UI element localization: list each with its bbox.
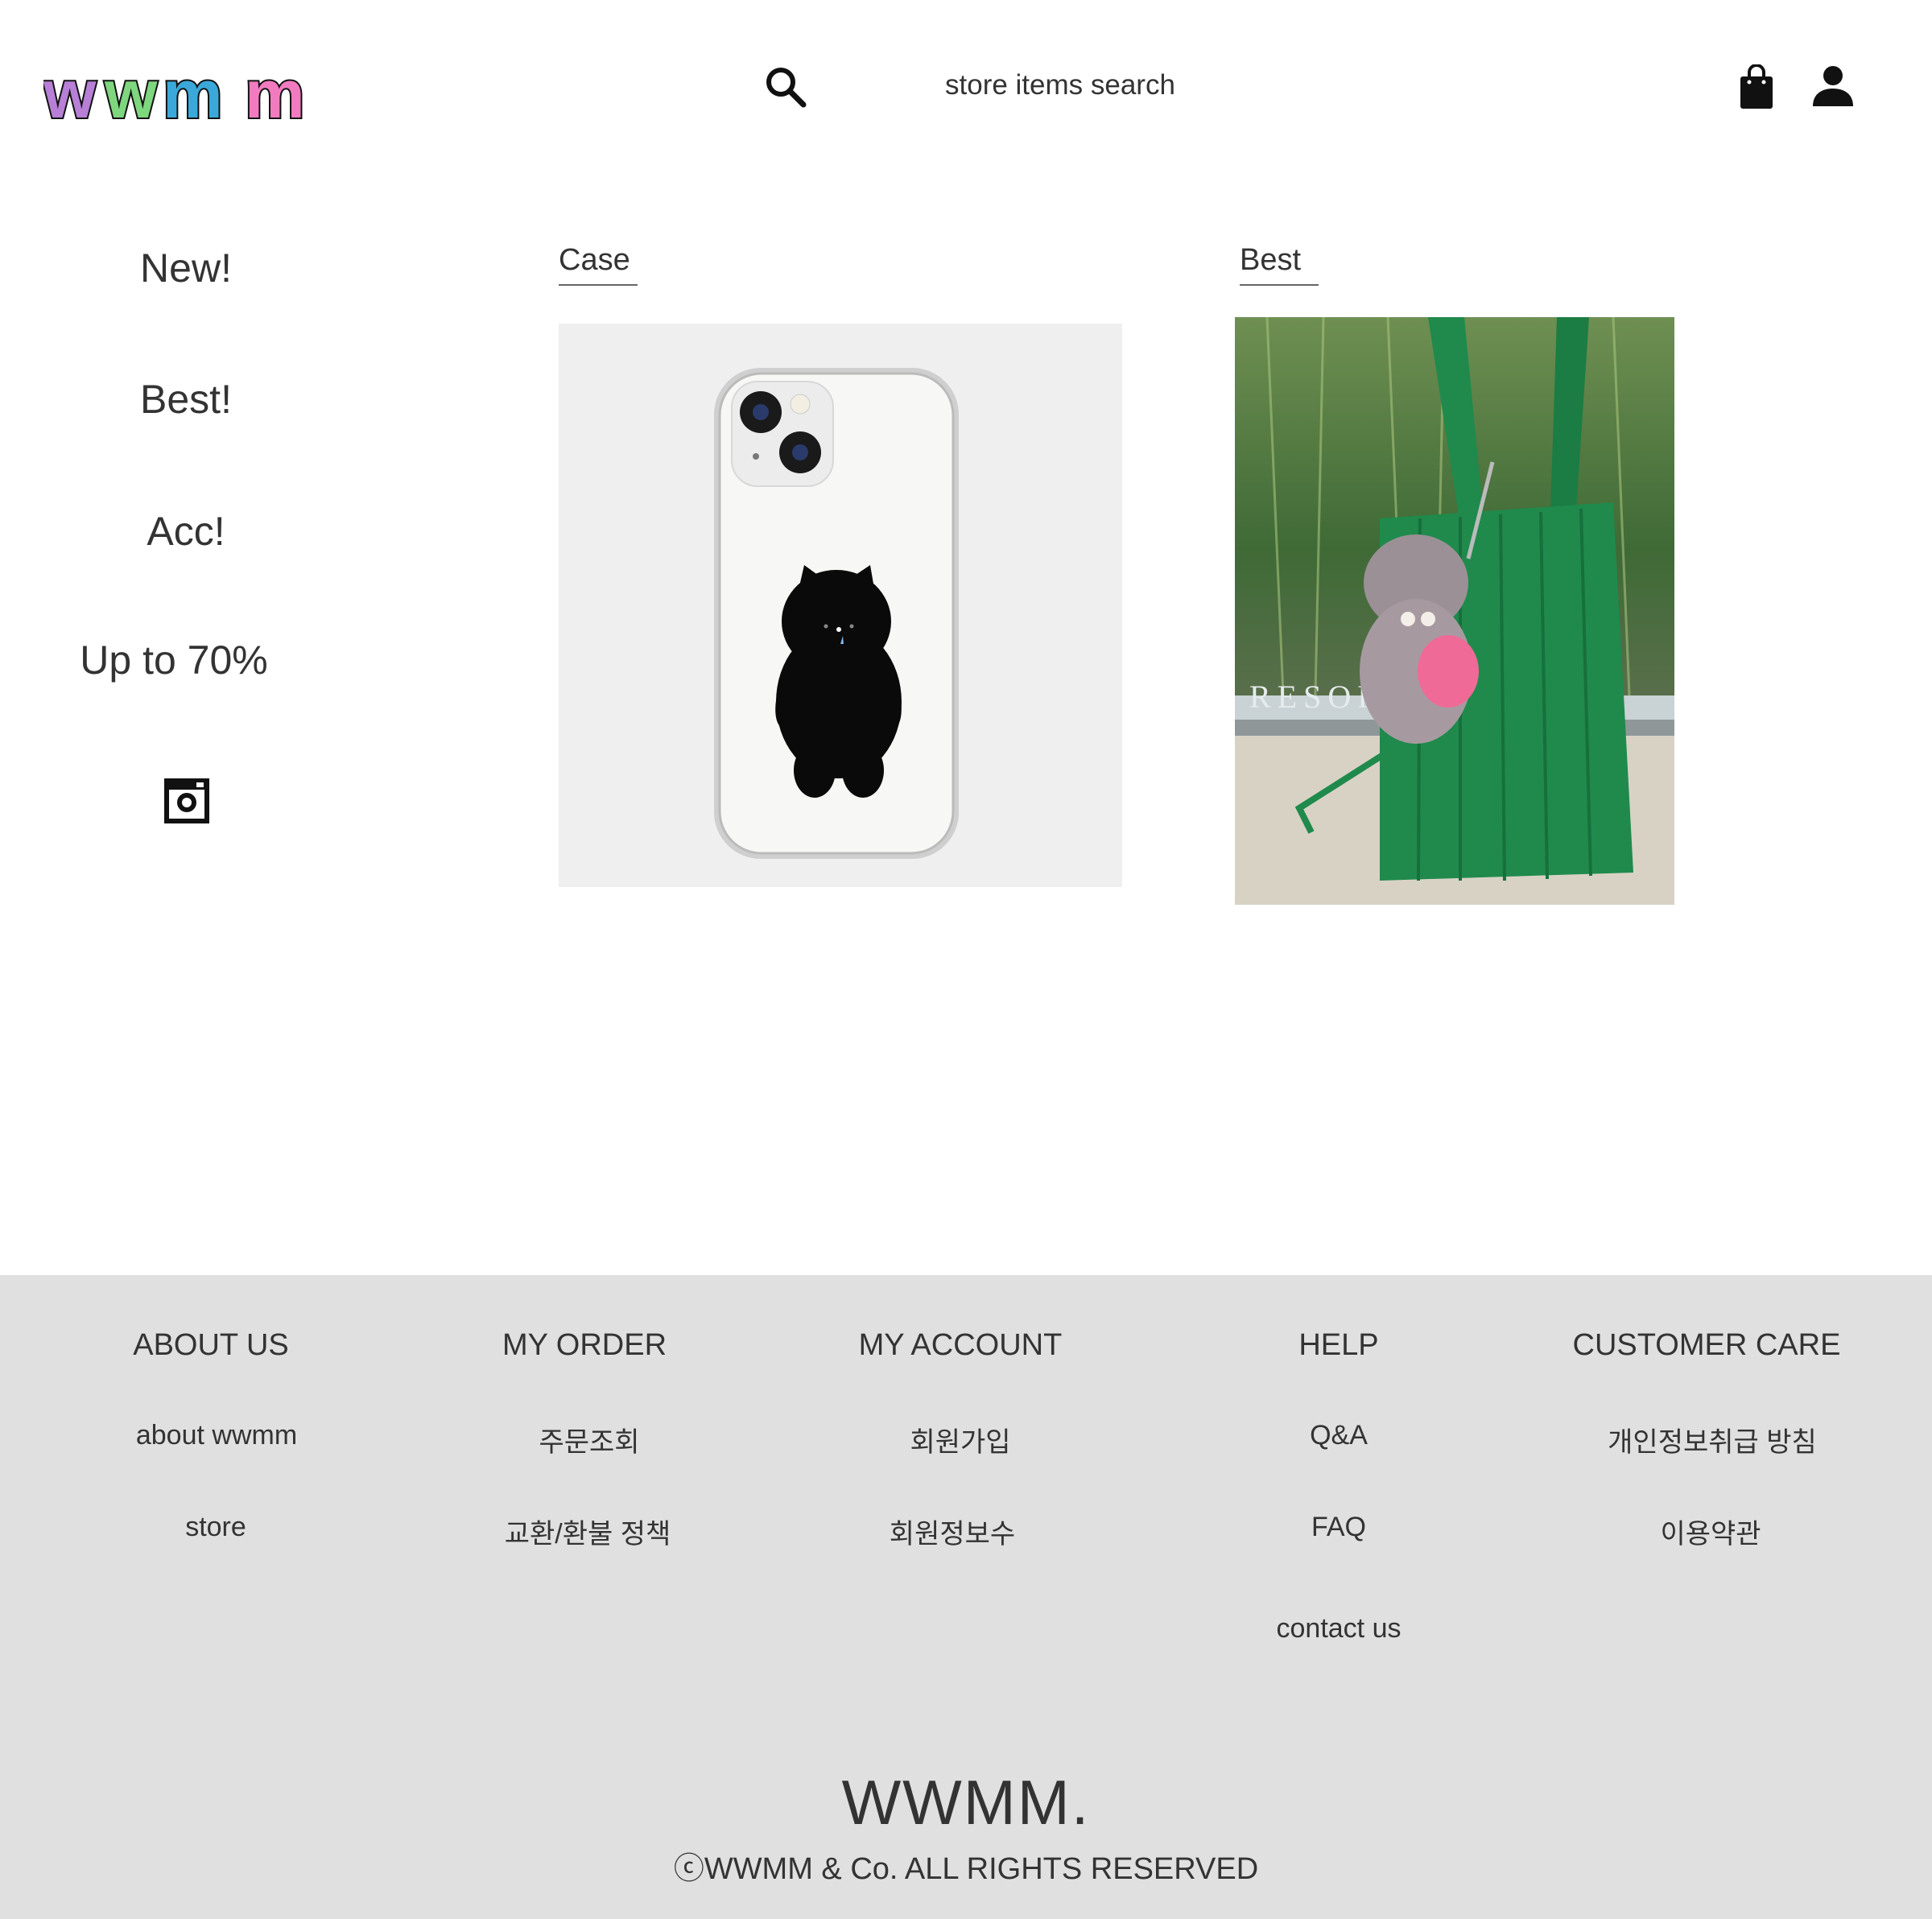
footer-heading-my-account: MY ACCOUNT — [858, 1328, 1063, 1362]
section-title-case[interactable]: Case — [559, 243, 638, 286]
footer-link-contact-us[interactable]: contact us — [1170, 1613, 1508, 1645]
wwmm-logo[interactable]: w w m m — [43, 58, 333, 127]
footer-link-terms[interactable]: 이용약관 — [1538, 1512, 1876, 1551]
footer-link-account-info[interactable]: 회원정보수 — [791, 1512, 1129, 1551]
footer-brand: WWMM. — [841, 1767, 1091, 1838]
footer-link-sign-up[interactable]: 회원가입 — [791, 1420, 1129, 1459]
sidebar-item-new[interactable]: New! — [140, 245, 232, 291]
product-image-green-bag[interactable]: RESOR — [1235, 317, 1674, 905]
footer-heading-help: HELP — [1298, 1328, 1379, 1362]
svg-text:m: m — [163, 58, 223, 127]
search-icon[interactable] — [763, 64, 808, 109]
footer-link-order-lookup[interactable]: 주문조회 — [415, 1420, 753, 1459]
product-image-phone-case[interactable] — [559, 324, 1122, 887]
instagram-icon[interactable] — [164, 778, 209, 823]
phone-case-illustration — [714, 368, 959, 859]
green-bag-illustration: RESOR — [1235, 317, 1674, 905]
footer-link-qa[interactable]: Q&A — [1170, 1420, 1508, 1451]
svg-text:w: w — [104, 58, 158, 127]
footer: ABOUT US about wwmm store MY ORDER 주문조회 … — [0, 1275, 1932, 1919]
footer-link-return-policy[interactable]: 교환/환불 정책 — [415, 1512, 753, 1551]
svg-text:w: w — [43, 58, 97, 127]
svg-text:m: m — [245, 58, 305, 127]
footer-heading-my-order: MY ORDER — [502, 1328, 667, 1362]
sidebar-item-sale[interactable]: Up to 70% — [80, 637, 267, 683]
footer-link-store[interactable]: store — [42, 1512, 380, 1543]
footer-link-about-wwmm[interactable]: about wwmm — [42, 1420, 380, 1451]
search-input[interactable]: store items search — [945, 69, 1175, 101]
user-icon[interactable] — [1811, 64, 1855, 108]
sidebar-item-best[interactable]: Best! — [140, 376, 232, 423]
footer-copyright: ⓒWWMM & Co. ALL RIGHTS RESERVED — [673, 1852, 1259, 1886]
section-title-best[interactable]: Best — [1240, 243, 1319, 286]
footer-heading-customer-care: CUSTOMER CARE — [1572, 1328, 1841, 1362]
sidebar-item-acc[interactable]: Acc! — [147, 508, 225, 555]
footer-heading-about-us: ABOUT US — [133, 1328, 289, 1362]
footer-link-privacy-policy[interactable]: 개인정보취급 방침 — [1538, 1420, 1876, 1459]
footer-link-faq[interactable]: FAQ — [1170, 1512, 1508, 1543]
shopping-bag-icon[interactable] — [1739, 64, 1774, 109]
